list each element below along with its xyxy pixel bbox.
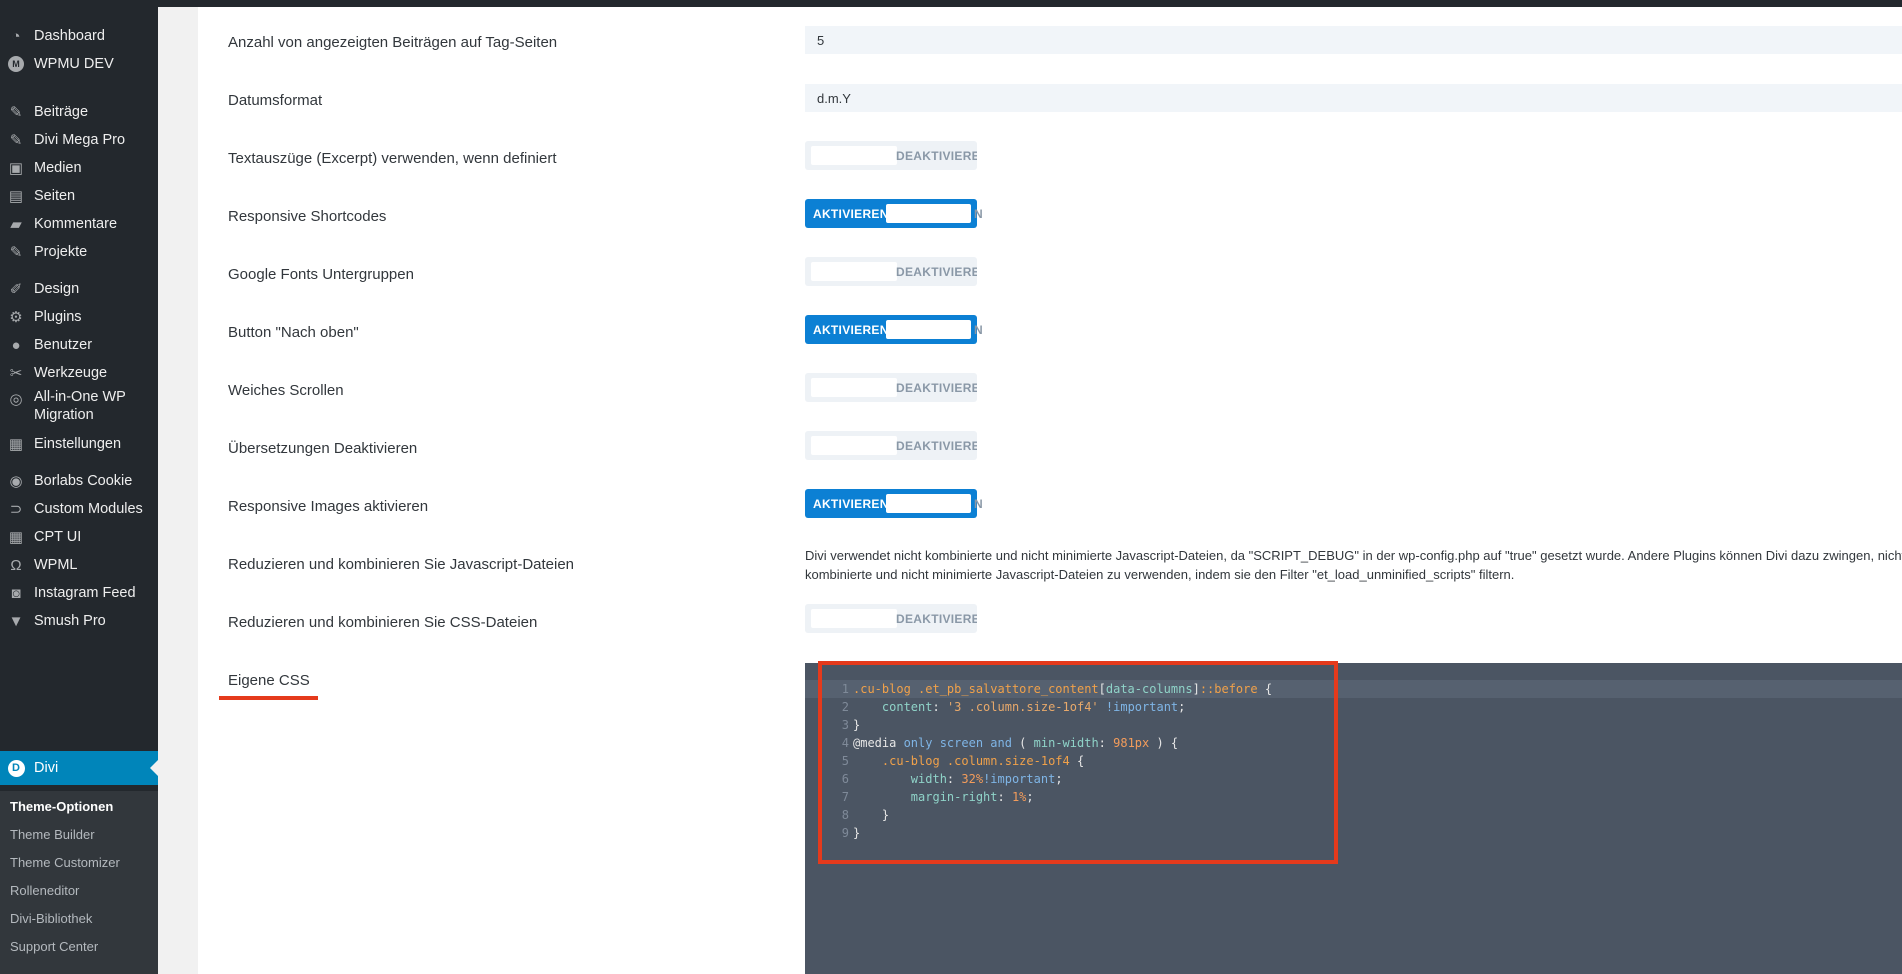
migration-icon: ◎: [9, 391, 23, 408]
sidebar-item-projekte[interactable]: ✎ Projekte: [0, 235, 158, 269]
sidebar-item-werkzeuge[interactable]: ✂ Werkzeuge: [0, 356, 158, 390]
code-annotation-box: [818, 661, 1338, 864]
media-icon: ▣: [8, 160, 24, 177]
submenu-theme-optionen[interactable]: Theme-Optionen: [10, 799, 113, 814]
responsive-images-label: Responsive Images aktivieren: [228, 498, 429, 515]
toggle-overflow-text: N: [974, 323, 983, 337]
date-format-input[interactable]: d.m.Y: [805, 84, 1902, 112]
divi-icon: D: [7, 759, 25, 777]
wrench-icon: ✂: [9, 365, 23, 382]
toggle-overflow-text: N: [974, 207, 983, 221]
sidebar-item-einstellungen[interactable]: ▦ Einstellungen: [0, 427, 158, 461]
camera-icon: ◙: [11, 584, 21, 602]
wpmudev-icon: M: [8, 56, 24, 72]
excerpt-toggle[interactable]: DEAKTIVIEREN: [805, 141, 977, 170]
plugin-icon: ⚙: [9, 309, 23, 326]
submenu-support-center[interactable]: Support Center: [10, 939, 98, 954]
pin-icon: ✎: [9, 132, 23, 149]
tag-posts-input[interactable]: 5: [805, 26, 1902, 54]
translations-toggle[interactable]: DEAKTIVIEREN: [805, 431, 977, 460]
sidebar-item-divi[interactable]: D Divi: [0, 751, 158, 785]
translations-label: Übersetzungen Deaktivieren: [228, 440, 418, 457]
pin-icon: ✎: [9, 244, 23, 261]
excerpt-label: Textauszüge (Excerpt) verwenden, wenn de…: [228, 150, 557, 167]
cookie-icon: ◉: [9, 473, 23, 490]
google-fonts-toggle[interactable]: DEAKTIVIEREN: [805, 257, 977, 286]
minify-js-label: Reduzieren und kombinieren Sie Javascrip…: [228, 556, 575, 573]
minify-css-toggle[interactable]: DEAKTIVIEREN: [805, 604, 977, 633]
sidebar-item-smush-pro[interactable]: ▼ Smush Pro: [0, 604, 158, 638]
minify-css-label: Reduzieren und kombinieren Sie CSS-Datei…: [228, 614, 538, 631]
back-to-top-toggle[interactable]: AKTIVIEREN N: [805, 315, 983, 344]
date-format-label: Datumsformat: [228, 92, 323, 109]
tag-posts-label: Anzahl von angezeigten Beiträgen auf Tag…: [228, 34, 558, 51]
brush-icon: ✐: [9, 281, 23, 298]
submenu-rolleneditor[interactable]: Rolleneditor: [10, 883, 79, 898]
smush-icon: ▼: [8, 612, 24, 630]
responsive-shortcodes-label: Responsive Shortcodes: [228, 208, 387, 225]
submenu-theme-builder[interactable]: Theme Builder: [10, 827, 95, 842]
sidebar-item-wpmudev[interactable]: M WPMU DEV: [0, 47, 158, 81]
grid-icon: ▦: [8, 529, 24, 546]
admin-top-bar: [0, 0, 1902, 7]
modules-icon: ⊃: [9, 501, 23, 518]
google-fonts-label: Google Fonts Untergruppen: [228, 266, 414, 283]
toggle-overflow-text: N: [974, 497, 983, 511]
pin-icon: ✎: [9, 104, 23, 121]
smooth-scroll-toggle[interactable]: DEAKTIVIEREN: [805, 373, 977, 402]
pages-icon: ▤: [8, 188, 24, 205]
submenu-divi-bibliothek[interactable]: Divi-Bibliothek: [10, 911, 92, 926]
settings-icon: ▦: [8, 436, 24, 453]
responsive-images-toggle[interactable]: AKTIVIEREN N: [805, 489, 983, 518]
submenu-theme-customizer[interactable]: Theme Customizer: [10, 855, 120, 870]
user-icon: ●: [11, 336, 21, 354]
back-to-top-label: Button "Nach oben": [228, 324, 359, 341]
minify-js-notice: Divi verwendet nicht kombinierte und nic…: [805, 548, 1902, 582]
divi-submenu: Theme-Optionen Theme Builder Theme Custo…: [0, 791, 158, 974]
custom-css-label: Eigene CSS: [228, 672, 310, 689]
dashboard-icon: ◔: [11, 27, 21, 45]
responsive-shortcodes-toggle[interactable]: AKTIVIEREN N: [805, 199, 983, 228]
smooth-scroll-label: Weiches Scrollen: [228, 382, 344, 399]
wpml-icon: Ω: [10, 556, 22, 574]
sidebar-item-all-in-one-wp-migration[interactable]: ◎ All-in-One WP Migration: [0, 388, 158, 428]
comment-icon: ▰: [10, 216, 22, 233]
custom-css-annotation-underline: [219, 696, 318, 700]
